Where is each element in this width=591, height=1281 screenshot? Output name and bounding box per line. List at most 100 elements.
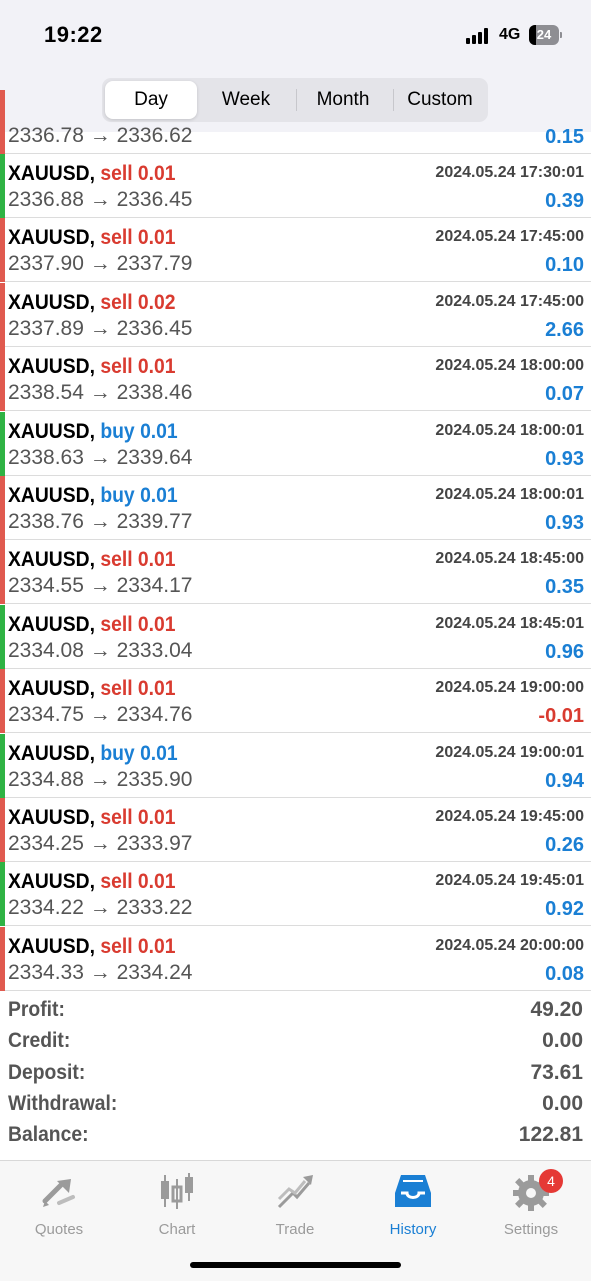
deal-side: buy xyxy=(100,484,135,507)
deal-indicator-bar xyxy=(0,540,5,605)
deal-profit: 0.39 xyxy=(545,190,584,212)
tab-history[interactable]: History xyxy=(354,1169,472,1239)
deal-time: 2024.05.24 18:45:00 xyxy=(435,550,584,568)
deal-prices: 2334.08 → 2333.04 xyxy=(8,638,193,662)
deal-time: 2024.05.24 18:00:01 xyxy=(435,421,584,439)
deal-indicator-bar xyxy=(0,604,5,669)
deal-profit: 0.08 xyxy=(545,962,584,985)
deal-time: 2024.05.24 19:00:00 xyxy=(435,679,584,697)
deal-side: sell xyxy=(100,226,133,250)
deal-prices: 2334.88 → 2335.90 xyxy=(8,767,193,791)
deal-title: XAUUSD, sell 0.01 xyxy=(8,613,176,637)
deal-prices: 2334.33 → 2334.24 xyxy=(8,960,193,984)
summary-value: 122.81 xyxy=(518,1123,583,1147)
candlestick-chart-icon xyxy=(161,1173,193,1209)
deal-row[interactable]: XAUUSD, sell 0.01 2024.05.24 18:45:01 2334… xyxy=(0,604,591,669)
deal-profit: -0.01 xyxy=(538,705,584,728)
tab-chart[interactable]: Chart xyxy=(118,1169,236,1239)
deal-lot: 0.01 xyxy=(137,355,176,379)
signal-icon xyxy=(466,28,492,44)
deal-indicator-bar xyxy=(0,862,5,927)
deal-indicator-bar xyxy=(0,926,5,991)
tab-quotes[interactable]: Quotes xyxy=(0,1169,118,1239)
deal-lot: 0.01 xyxy=(137,162,176,185)
deal-lot: 0.01 xyxy=(137,548,176,572)
deal-symbol: XAUUSD, xyxy=(8,548,95,572)
deal-title: XAUUSD, buy 0.01 xyxy=(8,484,178,508)
deal-time: 2024.05.24 17:30:01 xyxy=(435,164,584,181)
deal-prices: 2334.25 → 2333.97 xyxy=(8,832,193,855)
deal-row[interactable]: XAUUSD, sell 0.01 2024.05.24 17:30:01 2336… xyxy=(0,154,591,218)
deal-time: 2024.05.24 17:45:00 xyxy=(435,228,584,246)
deal-indicator-bar xyxy=(0,154,5,218)
deal-profit: 0.94 xyxy=(545,769,584,792)
deal-indicator-bar xyxy=(0,218,5,283)
deal-row-partial[interactable]: 2336.78 → 2336.62 0.15 xyxy=(0,90,591,154)
deal-time: 2024.05.24 18:00:00 xyxy=(435,357,584,375)
deal-symbol: XAUUSD, xyxy=(8,677,95,701)
summary-label: Deposit: xyxy=(8,1060,86,1084)
deal-indicator-bar xyxy=(0,733,5,798)
deal-profit: 0.10 xyxy=(545,254,584,277)
deal-prices: 2334.55 → 2334.17 xyxy=(8,574,193,598)
summary-row: Balance: 122.81 xyxy=(0,1123,591,1154)
tab-settings[interactable]: 4 Settings xyxy=(472,1169,590,1239)
deal-row[interactable]: XAUUSD, buy 0.01 2024.05.24 18:00:01 2338.… xyxy=(0,476,591,540)
deal-title: XAUUSD, sell 0.01 xyxy=(8,226,176,250)
deal-prices: 2337.90 → 2337.79 xyxy=(8,252,193,276)
deal-row[interactable]: XAUUSD, sell 0.01 2024.05.24 18:45:00 2334… xyxy=(0,540,591,605)
deal-time: 2024.05.24 19:00:01 xyxy=(435,743,584,761)
deal-indicator-bar xyxy=(0,798,5,862)
tab-chart-label: Chart xyxy=(158,1221,196,1238)
deal-title: XAUUSD, sell 0.01 xyxy=(8,806,176,830)
deal-indicator-bar xyxy=(0,90,5,154)
deal-lot: 0.01 xyxy=(140,484,178,507)
status-time: 19:22 xyxy=(44,22,103,47)
deal-side: sell xyxy=(100,806,133,829)
deal-row[interactable]: XAUUSD, sell 0.01 2024.05.24 20:00:00 2334… xyxy=(0,926,591,991)
deal-row[interactable]: XAUUSD, sell 0.01 2024.05.24 17:45:00 2337… xyxy=(0,218,591,283)
deal-indicator-bar xyxy=(0,282,5,347)
deal-title: XAUUSD, sell 0.01 xyxy=(8,870,176,894)
deal-side: sell xyxy=(100,290,133,314)
deal-side: sell xyxy=(100,355,133,379)
deal-time: 2024.05.24 18:45:01 xyxy=(435,614,584,632)
deal-indicator-bar xyxy=(0,411,5,476)
deal-prices: 2334.22 → 2333.22 xyxy=(8,896,193,920)
deal-row[interactable]: XAUUSD, sell 0.02 2024.05.24 17:45:00 2337… xyxy=(0,282,591,347)
deal-lot: 0.01 xyxy=(137,806,176,829)
battery-icon: 24 xyxy=(529,25,562,45)
deal-time: 2024.05.24 20:00:00 xyxy=(435,936,584,954)
deal-symbol: XAUUSD, xyxy=(8,355,95,379)
home-indicator xyxy=(190,1262,401,1268)
deal-prices: 2334.75 → 2334.76 xyxy=(8,703,193,727)
deal-row[interactable]: XAUUSD, sell 0.01 2024.05.24 19:00:00 2334… xyxy=(0,669,591,734)
deal-prices: 2336.78 → 2336.62 xyxy=(8,124,193,147)
tab-trade[interactable]: Trade xyxy=(236,1169,354,1239)
deal-prices: 2338.54 → 2338.46 xyxy=(8,381,193,405)
summary-row: Credit: 0.00 xyxy=(0,1029,591,1060)
summary-value: 0.00 xyxy=(542,1029,583,1053)
network-type: 4G xyxy=(499,26,521,43)
deal-profit: 2.66 xyxy=(545,318,584,341)
deal-row[interactable]: XAUUSD, buy 0.01 2024.05.24 18:00:01 2338.… xyxy=(0,411,591,476)
deal-profit: 0.92 xyxy=(545,898,584,921)
deal-lot: 0.01 xyxy=(140,741,178,765)
trade-trend-icon xyxy=(277,1175,313,1209)
deal-row[interactable]: XAUUSD, sell 0.01 2024.05.24 18:00:00 2338… xyxy=(0,347,591,412)
deal-profit: 0.26 xyxy=(545,834,584,856)
notification-badge: 4 xyxy=(539,1169,563,1193)
deal-side: sell xyxy=(100,870,133,894)
tab-quotes-label: Quotes xyxy=(34,1221,84,1238)
deal-lot: 0.01 xyxy=(140,419,178,443)
summary-row: Withdrawal: 0.00 xyxy=(0,1092,591,1123)
deal-row[interactable]: XAUUSD, buy 0.01 2024.05.24 19:00:01 2334.… xyxy=(0,733,591,798)
deal-side: sell xyxy=(100,162,133,185)
deal-row[interactable]: XAUUSD, sell 0.01 2024.05.24 19:45:00 2334… xyxy=(0,798,591,862)
deal-lot: 0.01 xyxy=(137,612,176,636)
deal-lot: 0.01 xyxy=(137,226,176,250)
history-inbox-icon xyxy=(395,1175,431,1207)
quotes-icon xyxy=(42,1179,75,1207)
deal-symbol: XAUUSD, xyxy=(8,741,95,765)
deal-row[interactable]: XAUUSD, sell 0.01 2024.05.24 19:45:01 2334… xyxy=(0,862,591,927)
